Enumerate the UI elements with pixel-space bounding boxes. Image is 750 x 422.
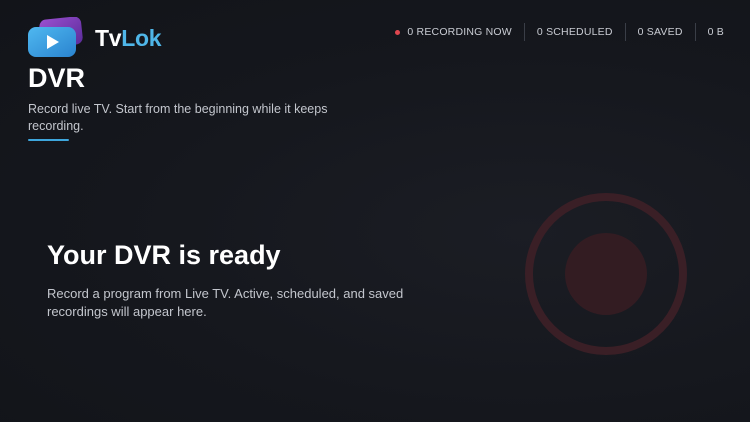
app-name-part1: Tv xyxy=(95,25,122,51)
empty-state-title: Your DVR is ready xyxy=(47,240,281,270)
dvr-screen: TvLok 0 RECORDING NOW 0 SCHEDULED 0 SAVE… xyxy=(0,0,750,422)
saved-label: 0 SAVED xyxy=(637,26,683,38)
status-saved: 0 SAVED xyxy=(624,23,695,41)
recording-dot-icon xyxy=(395,29,401,35)
recording-now-label: 0 RECORDING NOW xyxy=(407,26,512,38)
title-underline xyxy=(28,139,69,141)
status-recording-now: 0 RECORDING NOW xyxy=(383,23,524,41)
app-logo: TvLok xyxy=(27,17,177,59)
empty-state-description: Record a program from Live TV. Active, s… xyxy=(47,286,404,319)
status-scheduled: 0 SCHEDULED xyxy=(523,23,625,41)
page-subtitle: Record live TV. Start from the beginning… xyxy=(28,102,328,133)
app-name: TvLok xyxy=(95,25,162,52)
app-name-part2: Lok xyxy=(121,25,162,51)
play-icon xyxy=(28,17,83,57)
status-bar: 0 RECORDING NOW 0 SCHEDULED 0 SAVED 0 B xyxy=(383,22,736,42)
scheduled-label: 0 SCHEDULED xyxy=(536,26,613,38)
status-storage: 0 B xyxy=(694,23,736,41)
storage-label: 0 B xyxy=(707,26,724,38)
record-button-icon xyxy=(525,193,687,355)
page-title: DVR xyxy=(28,63,86,93)
